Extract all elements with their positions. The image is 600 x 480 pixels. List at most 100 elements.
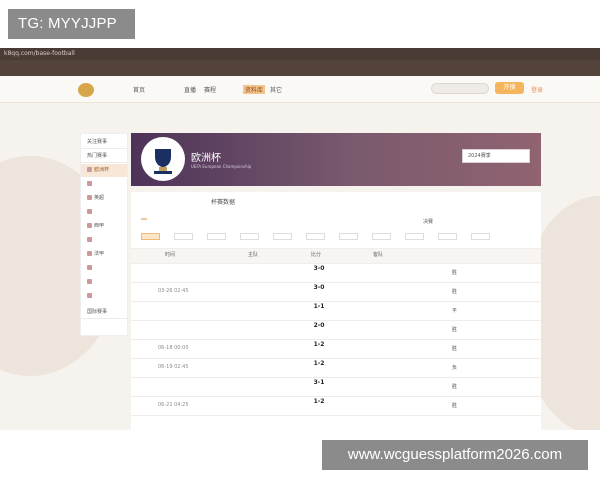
- match-score: 1-2: [313, 360, 325, 367]
- login-link[interactable]: 登录: [531, 85, 543, 94]
- sidebar-label: 热门赛事: [87, 153, 108, 159]
- sidebar-item-premier-league[interactable]: 英超: [81, 192, 127, 205]
- league-logo: [141, 137, 185, 181]
- match-time: 03-26 02:45: [158, 288, 189, 294]
- match-score: 3-0: [313, 284, 325, 291]
- stage-final[interactable]: 决赛: [423, 218, 433, 225]
- league-icon: [87, 265, 92, 270]
- round-button[interactable]: [273, 233, 292, 240]
- table-row[interactable]: 3-0 胜: [131, 263, 541, 283]
- nav-live[interactable]: 直播: [184, 85, 196, 94]
- sidebar-item[interactable]: [81, 276, 127, 289]
- nav-home[interactable]: 首页: [133, 85, 145, 94]
- round-button[interactable]: [471, 233, 490, 240]
- match-score: 3-1: [313, 379, 325, 386]
- sidebar-item-euro[interactable]: 欧洲杯: [81, 164, 127, 177]
- match-time: 06-18 00:00: [158, 345, 189, 351]
- stage-item-1[interactable]: [141, 218, 147, 220]
- league-icon: [87, 195, 92, 200]
- season-select[interactable]: 2024赛季: [462, 149, 530, 163]
- sidebar-item-laliga[interactable]: 西甲: [81, 220, 127, 233]
- top-navigation: 首页 直播 赛程 资料库 其它 开搜 登录: [0, 76, 600, 103]
- sidebar-follow[interactable]: 关注赛事: [81, 136, 127, 149]
- match-result: 胜: [452, 289, 458, 295]
- browser-strip: [0, 60, 600, 76]
- match-score: 1-2: [313, 341, 325, 348]
- table-row[interactable]: 03-26 02:45 3-0 胜: [131, 282, 541, 302]
- match-score: 2-0: [313, 322, 325, 329]
- nav-other[interactable]: 其它: [270, 85, 282, 94]
- round-button[interactable]: [339, 233, 358, 240]
- league-subtitle: UEFA European Championship: [191, 164, 252, 169]
- match-time: 06-21 04:25: [158, 402, 189, 408]
- sidebar-item[interactable]: [81, 290, 127, 303]
- sidebar-label: 国际赛事: [87, 309, 108, 315]
- table-header: 时间 主队 比分 客队: [131, 248, 541, 264]
- league-hero: 欧洲杯 UEFA European Championship 2024赛季: [131, 133, 541, 186]
- sidebar-label: 欧洲杯: [94, 167, 110, 173]
- sidebar-item[interactable]: [81, 262, 127, 275]
- league-icon: [87, 223, 92, 228]
- match-result: 胜: [452, 270, 458, 276]
- round-button[interactable]: [438, 233, 457, 240]
- league-title: 欧洲杯: [191, 153, 221, 164]
- round-button[interactable]: [306, 233, 325, 240]
- url-bar[interactable]: k8qq.com/base-football: [0, 48, 600, 60]
- match-score: 1-2: [313, 398, 325, 405]
- league-icon: [87, 209, 92, 214]
- round-button[interactable]: [141, 233, 160, 240]
- table-row[interactable]: 06-18 00:00 1-2 胜: [131, 339, 541, 359]
- league-icon: [87, 181, 92, 186]
- match-result: 胜: [452, 384, 458, 390]
- sidebar-international[interactable]: 国际赛事: [81, 306, 127, 319]
- match-result: 胜: [452, 346, 458, 352]
- table-row[interactable]: 1-1 平: [131, 301, 541, 321]
- round-button[interactable]: [207, 233, 226, 240]
- column-time: 时间: [165, 252, 176, 258]
- league-icon: [87, 237, 92, 242]
- match-result: 胜: [452, 327, 458, 333]
- sidebar-hot[interactable]: 热门赛事: [81, 150, 127, 163]
- league-icon: [87, 279, 92, 284]
- sidebar-label: 法甲: [94, 251, 105, 257]
- round-button[interactable]: [405, 233, 424, 240]
- league-icon: [87, 293, 92, 298]
- schedule-panel: 杯赛数据 决赛 时间 主队 比分 客队 3-0 胜 03-26 02:45 3-0 胜 1…: [131, 192, 541, 430]
- sidebar-item[interactable]: [81, 178, 127, 191]
- table-row[interactable]: 06-19 02:45 1-2 负: [131, 358, 541, 378]
- column-home: 主队: [248, 252, 259, 258]
- league-icon: [87, 167, 92, 172]
- match-result: 负: [452, 365, 458, 371]
- column-score: 比分: [311, 252, 322, 258]
- sidebar-label: 英超: [94, 195, 105, 201]
- round-button[interactable]: [240, 233, 259, 240]
- open-button[interactable]: 开搜: [495, 82, 524, 94]
- sidebar-label: 关注赛事: [87, 139, 108, 145]
- sidebar-item[interactable]: [81, 234, 127, 247]
- round-button[interactable]: [174, 233, 193, 240]
- site-logo[interactable]: [78, 83, 94, 97]
- sidebar-label: 西甲: [94, 223, 105, 229]
- column-away: 客队: [373, 252, 384, 258]
- nav-schedule[interactable]: 赛程: [204, 85, 216, 94]
- table-row[interactable]: 06-21 04:25 1-2 胜: [131, 396, 541, 416]
- tab-cup-data[interactable]: 杯赛数据: [211, 197, 235, 206]
- league-icon: [87, 251, 92, 256]
- trophy-icon: [143, 139, 183, 179]
- telegram-overlay: TG: MYYJJPP: [8, 9, 135, 39]
- nav-database[interactable]: 资料库: [243, 85, 266, 94]
- sidebar: 关注赛事 热门赛事 欧洲杯 英超 西甲 法甲 国际赛事: [80, 133, 128, 336]
- match-result: 胜: [452, 403, 458, 409]
- search-input[interactable]: [431, 83, 489, 94]
- page-viewport: 首页 直播 赛程 资料库 其它 开搜 登录 关注赛事 热门赛事 欧洲杯 英超 西…: [0, 76, 600, 430]
- round-button[interactable]: [372, 233, 391, 240]
- sidebar-item-ligue1[interactable]: 法甲: [81, 248, 127, 261]
- match-result: 平: [452, 308, 458, 314]
- match-score: 3-0: [313, 265, 325, 272]
- table-row[interactable]: 3-1 胜: [131, 377, 541, 397]
- table-row[interactable]: 2-0 胜: [131, 320, 541, 340]
- sidebar-item[interactable]: [81, 206, 127, 219]
- site-watermark: www.wcguessplatform2026.com: [322, 440, 588, 470]
- match-time: 06-19 02:45: [158, 364, 189, 370]
- match-score: 1-1: [313, 303, 325, 310]
